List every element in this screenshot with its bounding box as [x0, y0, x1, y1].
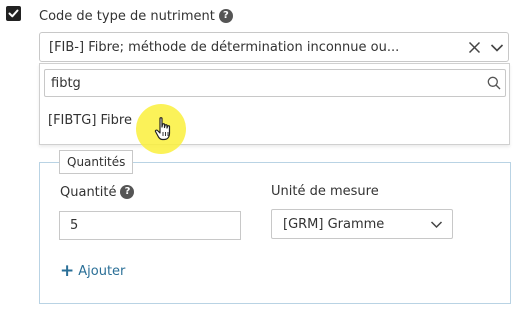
quantity-value: 5 [70, 218, 79, 233]
quantities-legend: Quantités [59, 150, 134, 174]
dropdown-search[interactable] [44, 69, 506, 97]
add-label: Ajouter [78, 264, 126, 279]
add-button[interactable]: + Ajouter [60, 261, 126, 281]
hand-pointer-icon [154, 117, 171, 141]
unit-value: [GRM] Gramme [283, 217, 385, 232]
quantity-label: Quantité? [60, 185, 135, 200]
search-icon [487, 76, 501, 90]
checkbox-checked-icon [8, 9, 19, 18]
plus-icon: + [60, 261, 75, 281]
chevron-down-icon [430, 221, 443, 229]
help-icon[interactable]: ? [218, 9, 233, 23]
dropdown-panel: [FIBTG] Fibre [39, 63, 510, 145]
quantity-label-text: Quantité [60, 185, 117, 200]
search-input[interactable] [51, 74, 471, 92]
option-label: [FIBTG] Fibre [48, 113, 132, 128]
nutrient-type-label: Code de type de nutriment? [39, 9, 233, 24]
nutrient-type-select[interactable]: [FIB-] Fibre; méthode de détermination i… [39, 32, 509, 62]
unit-label: Unité de mesure [271, 184, 379, 199]
dropdown-option[interactable]: [FIBTG] Fibre [40, 102, 509, 142]
clear-icon[interactable] [468, 41, 481, 54]
selected-value: [FIB-] Fibre; méthode de détermination i… [49, 40, 400, 55]
nutrient-checkbox[interactable] [6, 6, 21, 21]
unit-select[interactable]: [GRM] Gramme [271, 209, 453, 239]
quantity-input[interactable]: 5 [59, 211, 241, 240]
nutrient-type-label-text: Code de type de nutriment [39, 9, 215, 24]
chevron-down-icon[interactable] [490, 41, 504, 55]
help-icon[interactable]: ? [120, 185, 135, 199]
